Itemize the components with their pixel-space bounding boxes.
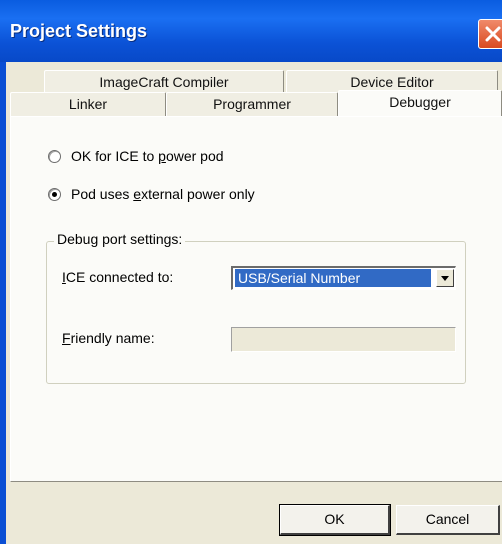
friendly-name-field[interactable] — [231, 327, 456, 352]
dropdown-button[interactable] — [436, 269, 454, 287]
radio-ice-powers-pod[interactable]: OK for ICE to power pod — [48, 146, 224, 166]
tab-label: ImageCraft Compiler — [99, 74, 229, 90]
radio-dot-icon — [52, 191, 57, 197]
tab-linker[interactable]: Linker — [10, 92, 166, 116]
radio-button[interactable] — [48, 149, 61, 163]
tab-label: Debugger — [389, 94, 451, 110]
tab-label: Device Editor — [350, 74, 434, 90]
title-bar[interactable]: Project Settings — [0, 0, 502, 62]
radio-label: Pod uses external power only — [71, 186, 255, 202]
close-button[interactable] — [478, 19, 502, 49]
ok-button[interactable]: OK — [279, 504, 391, 536]
debug-port-groupbox — [46, 241, 466, 384]
ice-connected-label: ICE connected to: — [62, 269, 174, 285]
tab-label: Programmer — [213, 96, 291, 112]
radio-external-power-only[interactable]: Pod uses external power only — [48, 184, 255, 204]
ice-connected-value: USB/Serial Number — [235, 269, 431, 287]
ice-connected-select[interactable]: USB/Serial Number — [231, 266, 456, 290]
tab-label: Linker — [68, 96, 108, 112]
friendly-name-label: Friendly name: — [62, 330, 155, 346]
window-title: Project Settings — [10, 21, 148, 41]
group-legend: Debug port settings: — [54, 231, 186, 247]
tab-programmer[interactable]: Programmer — [166, 92, 338, 116]
radio-label: OK for ICE to power pod — [71, 148, 224, 164]
tab-imagecraft-compiler[interactable]: ImageCraft Compiler — [44, 70, 284, 94]
tab-debugger[interactable]: Debugger — [338, 90, 502, 116]
radio-button-selected[interactable] — [48, 187, 61, 201]
project-settings-dialog: Project Settings ImageCraft Compiler Dev… — [0, 0, 502, 544]
cancel-button[interactable]: Cancel — [396, 505, 500, 535]
